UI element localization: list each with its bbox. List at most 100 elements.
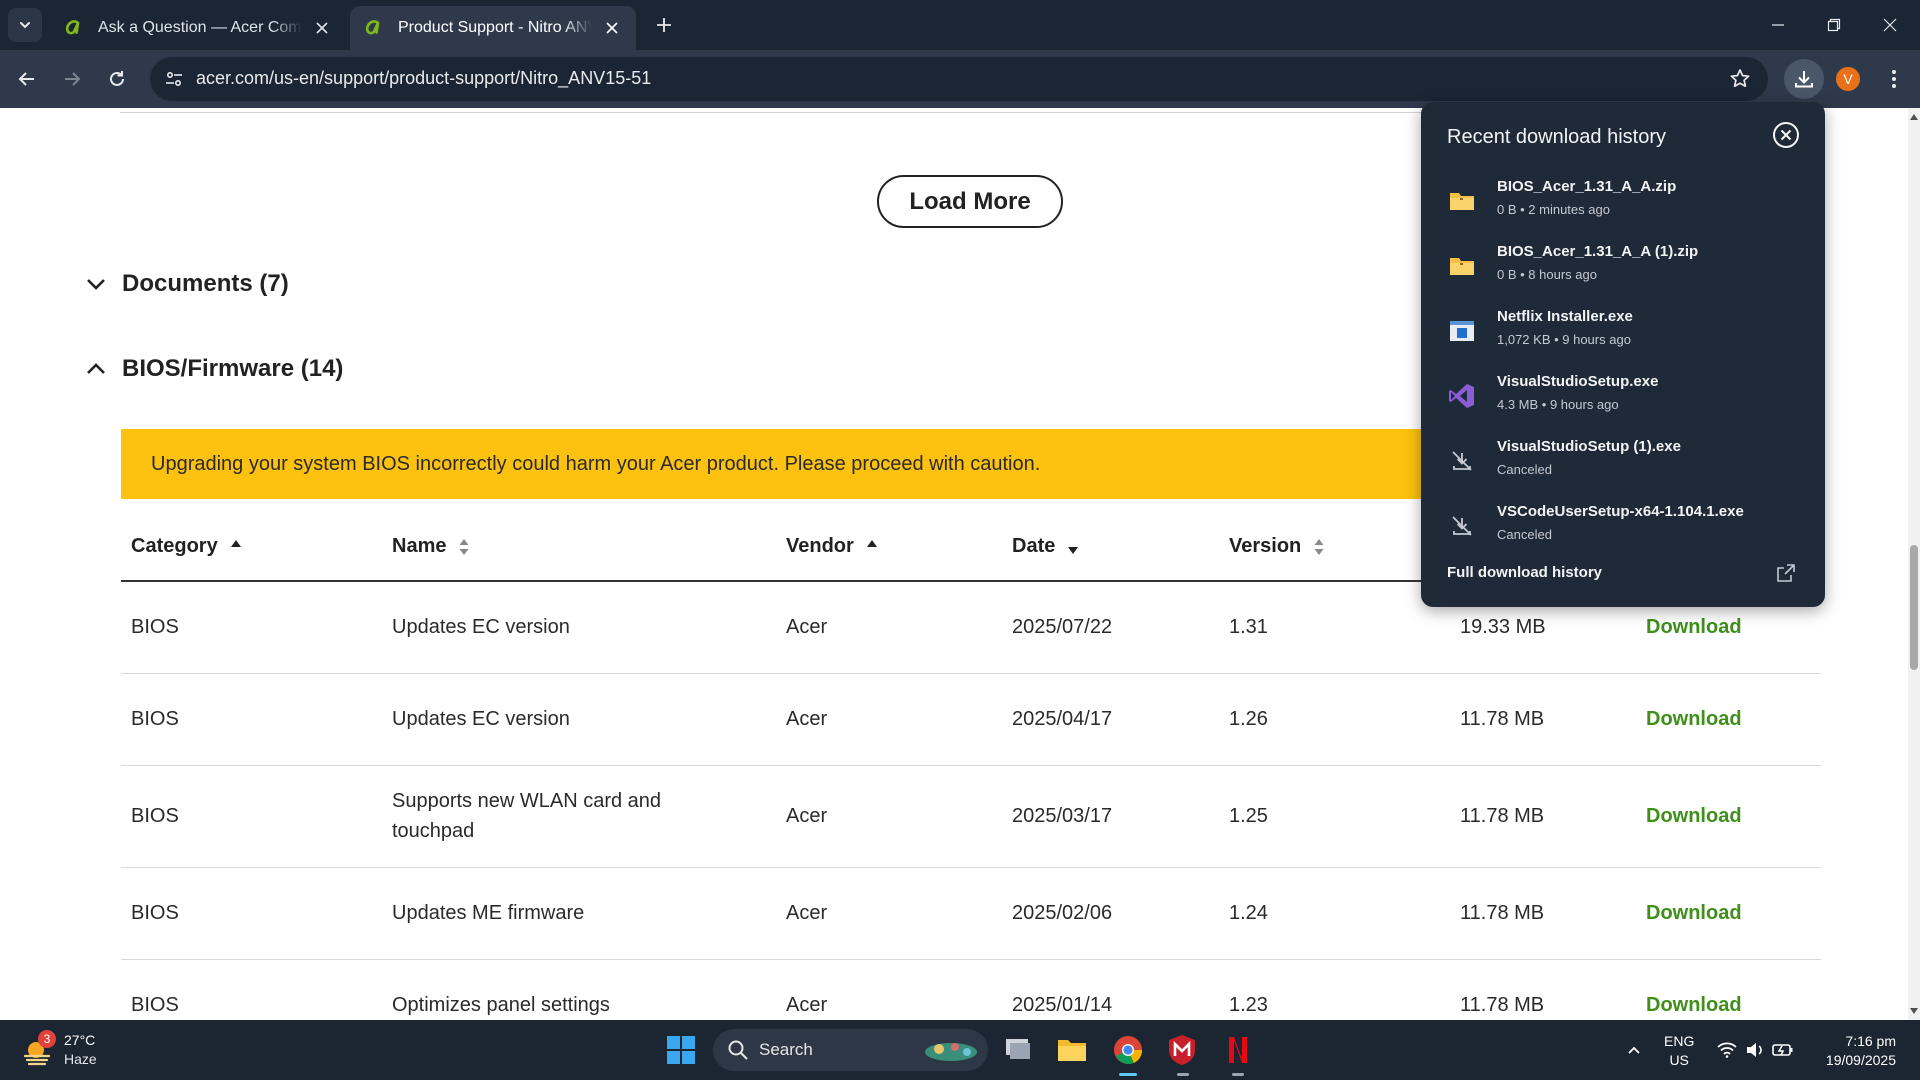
download-item[interactable]: BIOS_Acer_1.31_A_A.zip 0 B • 2 minutes a… xyxy=(1421,172,1825,236)
address-bar[interactable]: acer.com/us-en/support/product-support/N… xyxy=(150,57,1768,101)
sort-desc-icon xyxy=(1068,546,1079,554)
bookmark-star-icon[interactable] xyxy=(1728,67,1752,91)
arrow-right-icon xyxy=(65,72,81,86)
chrome-taskbar-button[interactable] xyxy=(1108,1030,1148,1070)
restore-icon xyxy=(1827,18,1841,32)
cell-vendor: Acer xyxy=(786,902,828,924)
column-header-name[interactable]: Name xyxy=(392,535,470,558)
lang-line2: US xyxy=(1669,1052,1689,1068)
download-link[interactable]: Download xyxy=(1646,990,1742,1020)
download-item[interactable]: VSCodeUserSetup-x64-1.104.1.exe Canceled xyxy=(1421,497,1825,561)
tab-product-support[interactable]: Product Support - Nitro ANV15-51 xyxy=(350,6,636,50)
downloads-button[interactable] xyxy=(1784,59,1824,99)
full-download-history-link[interactable]: Full download history xyxy=(1447,564,1602,581)
close-circle-icon[interactable] xyxy=(1771,120,1801,150)
netflix-taskbar-button[interactable] xyxy=(1218,1030,1258,1070)
cell-date: 2025/04/17 xyxy=(1012,708,1113,730)
reload-icon xyxy=(110,71,124,86)
sort-asc-icon xyxy=(866,539,877,547)
load-more-button[interactable]: Load More xyxy=(877,175,1063,228)
scrollbar-thumb[interactable] xyxy=(1910,545,1918,670)
download-history-panel: Recent download history BIOS_Acer_1.31_A… xyxy=(1421,102,1825,607)
scroll-up-icon[interactable] xyxy=(1909,112,1919,122)
panel-title: Recent download history xyxy=(1447,126,1667,148)
table-row: BIOS Updates EC version Acer 2025/04/17 … xyxy=(121,674,1821,766)
table-row: BIOS Supports new WLAN card and touchpad… xyxy=(121,766,1821,868)
weather-widget[interactable]: 3 27°C Haze xyxy=(22,1030,142,1070)
tab-acer-community[interactable]: Ask a Question — Acer Community xyxy=(50,6,346,50)
cell-name: Updates ME firmware xyxy=(392,902,585,924)
cell-category: BIOS xyxy=(131,616,179,638)
system-clock[interactable]: 7:16 pm 19/09/2025 xyxy=(1812,1032,1896,1070)
download-filename: VSCodeUserSetup-x64-1.104.1.exe xyxy=(1497,503,1744,520)
chevron-down-icon xyxy=(20,22,30,29)
input-language[interactable]: ENG US xyxy=(1664,1032,1694,1070)
chevron-down-icon xyxy=(87,279,105,290)
mcafee-taskbar-button[interactable] xyxy=(1162,1030,1202,1070)
cell-size: 11.78 MB xyxy=(1460,994,1545,1016)
download-item[interactable]: Netflix Installer.exe 1,072 KB • 9 hours… xyxy=(1421,302,1825,366)
shield-m-icon xyxy=(1169,1035,1195,1065)
battery-tray[interactable] xyxy=(1769,1020,1797,1080)
cell-size: 11.78 MB xyxy=(1460,708,1545,730)
column-header-version[interactable]: Version xyxy=(1229,535,1325,558)
open-external-icon[interactable] xyxy=(1776,563,1796,583)
volume-tray[interactable] xyxy=(1741,1020,1769,1080)
section-title: Documents (7) xyxy=(122,270,289,297)
download-link[interactable]: Download xyxy=(1646,704,1742,734)
header-label: Category xyxy=(131,535,218,557)
column-header-vendor[interactable]: Vendor xyxy=(786,535,878,558)
tab-close-icon[interactable] xyxy=(310,16,334,40)
cell-version: 1.24 xyxy=(1229,902,1268,924)
column-header-category[interactable]: Category xyxy=(131,535,242,558)
task-view-icon xyxy=(1006,1039,1030,1059)
section-documents[interactable]: Documents (7) xyxy=(84,270,289,298)
arrow-left-icon xyxy=(18,72,34,86)
page-scrollbar[interactable] xyxy=(1908,108,1920,1020)
weather-badge: 3 xyxy=(38,1030,56,1048)
download-item[interactable]: VisualStudioSetup (1).exe Canceled xyxy=(1421,432,1825,496)
cell-vendor: Acer xyxy=(786,994,828,1016)
restore-button[interactable] xyxy=(1806,0,1862,50)
site-info-icon[interactable] xyxy=(162,67,186,91)
sort-both-icon xyxy=(459,538,469,555)
new-tab-button[interactable] xyxy=(650,11,678,39)
chevron-up-icon xyxy=(87,363,105,374)
download-link[interactable]: Download xyxy=(1646,612,1742,642)
forward-button[interactable] xyxy=(55,62,89,96)
wifi-tray[interactable] xyxy=(1713,1020,1741,1080)
netflix-icon xyxy=(1229,1037,1247,1063)
search-highlight-icon xyxy=(925,1043,977,1061)
tab-search-button[interactable] xyxy=(8,8,42,42)
column-header-date[interactable]: Date xyxy=(1012,535,1079,558)
download-meta: Canceled xyxy=(1497,462,1552,477)
download-item[interactable]: VisualStudioSetup.exe 4.3 MB • 9 hours a… xyxy=(1421,367,1825,431)
task-view-button[interactable] xyxy=(997,1030,1037,1070)
installer-icon xyxy=(1447,316,1477,346)
search-label: Search xyxy=(759,1040,813,1059)
start-button[interactable] xyxy=(661,1030,701,1070)
download-item[interactable]: BIOS_Acer_1.31_A_A (1).zip 0 B • 8 hours… xyxy=(1421,237,1825,301)
section-bios-firmware[interactable]: BIOS/Firmware (14) xyxy=(84,355,343,383)
folder-zip-icon xyxy=(1447,251,1477,281)
download-link[interactable]: Download xyxy=(1646,898,1742,928)
show-hidden-icons-button[interactable] xyxy=(1620,1020,1648,1080)
taskbar-search[interactable]: Search xyxy=(713,1029,988,1071)
close-window-button[interactable] xyxy=(1862,0,1918,50)
download-link[interactable]: Download xyxy=(1646,801,1742,831)
reload-button[interactable] xyxy=(100,62,134,96)
minimize-button[interactable] xyxy=(1750,0,1806,50)
folder-icon xyxy=(1058,1040,1086,1061)
cell-name: Updates EC version xyxy=(392,708,570,730)
acer-favicon-icon xyxy=(65,20,80,35)
acer-favicon-icon xyxy=(365,20,380,35)
back-button[interactable] xyxy=(10,62,44,96)
plus-icon xyxy=(657,18,671,32)
download-canceled-icon xyxy=(1447,446,1477,476)
profile-avatar[interactable]: V xyxy=(1836,67,1860,91)
scroll-down-icon[interactable] xyxy=(1909,1006,1919,1016)
browser-menu-button[interactable] xyxy=(1880,64,1908,94)
file-explorer-button[interactable] xyxy=(1052,1030,1092,1070)
tab-close-icon[interactable] xyxy=(600,16,624,40)
cell-date: 2025/07/22 xyxy=(1012,616,1113,638)
